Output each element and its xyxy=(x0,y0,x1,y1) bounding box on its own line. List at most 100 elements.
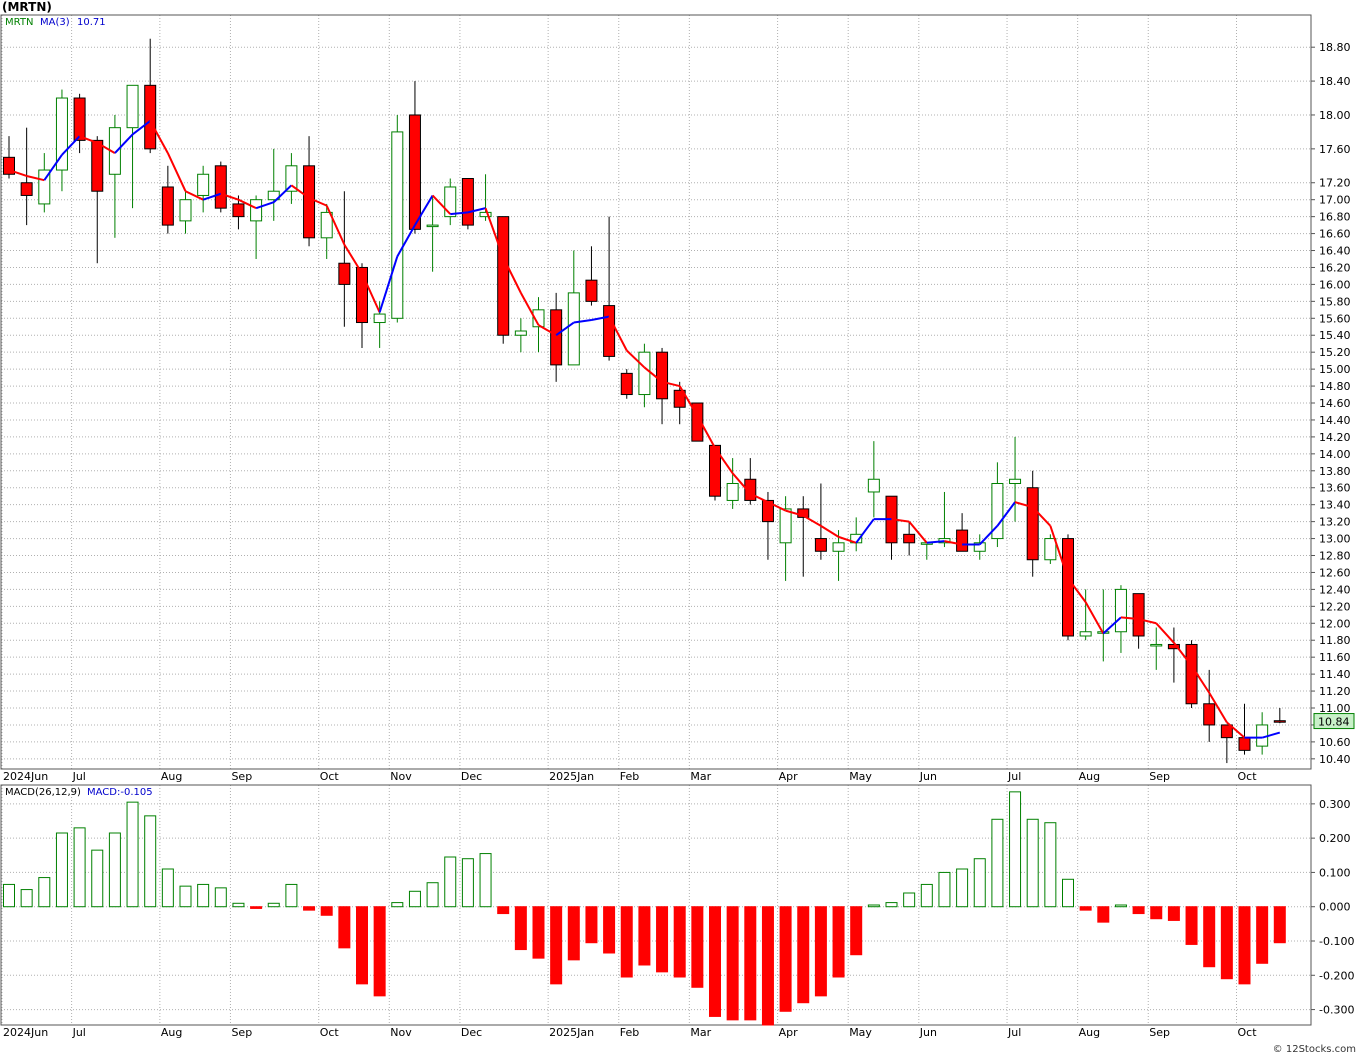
macd-tick-label: 0.300 xyxy=(1319,798,1351,811)
macd-bar xyxy=(179,885,192,908)
candle xyxy=(1238,703,1251,755)
price-tick-label: 17.60 xyxy=(1319,143,1351,156)
x-axis-label: Mar xyxy=(690,1026,711,1039)
macd-tick-label: 0.200 xyxy=(1319,832,1351,845)
price-tick-label: 10.40 xyxy=(1319,753,1351,766)
candle-body xyxy=(303,165,316,239)
candle-body xyxy=(444,186,457,218)
candle-body xyxy=(144,84,157,150)
macd-bar xyxy=(1114,904,1127,908)
candle xyxy=(303,136,316,247)
candle-body xyxy=(1132,593,1145,637)
candle xyxy=(373,301,386,348)
legend-ma-label: MA(3) xyxy=(40,17,70,28)
price-tick-label: 14.80 xyxy=(1319,380,1351,393)
candle-body xyxy=(603,305,616,357)
candle xyxy=(197,165,210,213)
macd-bar xyxy=(1167,906,1180,921)
price-tick-label: 12.40 xyxy=(1319,583,1351,596)
macd-bar xyxy=(1132,906,1145,915)
candle xyxy=(1185,640,1198,709)
macd-bar xyxy=(885,902,898,908)
macd-bar xyxy=(656,906,669,973)
x-axis-label: Sep xyxy=(1149,1026,1170,1039)
x-axis-label: Jul xyxy=(1007,1026,1021,1039)
macd-bar xyxy=(285,883,298,908)
x-axis-label: Apr xyxy=(779,1026,799,1039)
macd-bar xyxy=(1185,906,1198,945)
candle xyxy=(1256,712,1269,755)
price-tick-label: 12.00 xyxy=(1319,617,1351,630)
macd-tick-label: 0.000 xyxy=(1319,901,1351,914)
x-axis-label: Jul xyxy=(72,1026,86,1039)
candle xyxy=(1220,724,1233,764)
candle xyxy=(1062,534,1074,641)
price-tick-label: 11.40 xyxy=(1319,668,1351,681)
macd-bar xyxy=(956,868,969,908)
candle xyxy=(38,153,51,213)
x-axis-label: Jul xyxy=(1007,770,1021,783)
price-tick-label: 11.80 xyxy=(1319,634,1351,647)
candle-body xyxy=(126,84,139,129)
ma3-segment xyxy=(519,292,540,326)
macd-tick-label: -0.300 xyxy=(1319,1004,1354,1017)
macd-bar xyxy=(1273,906,1286,944)
legend-symbol: MRTN xyxy=(5,17,33,28)
legend-macd-label: MACD(26,12,9) xyxy=(5,787,81,798)
candle xyxy=(73,93,86,154)
candle xyxy=(161,165,174,234)
candle-body xyxy=(867,478,880,493)
macd-bar xyxy=(850,906,863,956)
macd-bar xyxy=(691,906,704,988)
macd-bar xyxy=(1044,822,1057,908)
macd-bar xyxy=(1009,791,1022,908)
candle xyxy=(514,318,527,353)
macd-y-axis: 0.300 0.200 0.100 0.000 -0.100 -0.200 -0.300 xyxy=(1311,798,1354,1017)
x-axis-label: Feb xyxy=(620,1026,639,1039)
macd-bar xyxy=(426,882,439,908)
candle-body xyxy=(91,139,104,192)
candle xyxy=(285,153,298,204)
price-y-axis: 10.4010.6010.8011.0011.2011.4011.6011.80… xyxy=(1311,41,1351,766)
candle xyxy=(1273,708,1286,724)
price-tick-label: 10.60 xyxy=(1319,736,1351,749)
candle-body xyxy=(1079,631,1092,637)
candlestick-series xyxy=(3,38,1286,764)
price-tick-label: 13.40 xyxy=(1319,499,1351,512)
x-axis-label: Oct xyxy=(320,1026,340,1039)
price-tick-label: 14.60 xyxy=(1319,397,1351,410)
candle xyxy=(108,114,121,238)
macd-bar xyxy=(444,856,457,908)
macd-bar xyxy=(603,906,616,954)
price-tick-label: 16.20 xyxy=(1319,261,1351,274)
macd-bar xyxy=(638,906,651,966)
macd-bar xyxy=(91,849,104,908)
macd-bar xyxy=(232,902,245,908)
candle xyxy=(744,458,757,505)
ma3-segment xyxy=(855,518,875,544)
candle-body xyxy=(638,351,651,396)
macd-bar xyxy=(585,906,598,944)
candle xyxy=(91,136,104,264)
candle-body xyxy=(620,372,633,396)
macd-bar xyxy=(1150,906,1163,920)
price-tick-label: 17.20 xyxy=(1319,177,1351,190)
ma3-segment xyxy=(166,152,187,192)
x-axis-label: Aug xyxy=(1079,1026,1100,1039)
macd-bar xyxy=(673,906,686,978)
macd-bar xyxy=(867,904,880,908)
x-axis-label: May xyxy=(849,770,872,783)
price-tick-label: 11.00 xyxy=(1319,702,1351,715)
x-axis-label: Sep xyxy=(231,770,252,783)
ma3-segment xyxy=(802,514,822,527)
price-grid xyxy=(1,15,1311,769)
macd-bar xyxy=(938,871,951,908)
candle-body xyxy=(232,203,245,218)
candle-body xyxy=(585,279,598,302)
x-axis-label: May xyxy=(849,1026,872,1039)
candle xyxy=(1026,470,1039,577)
macd-bar xyxy=(920,883,933,908)
candle xyxy=(250,195,263,259)
price-tick-label: 15.60 xyxy=(1319,312,1351,325)
macd-bar xyxy=(497,906,510,915)
